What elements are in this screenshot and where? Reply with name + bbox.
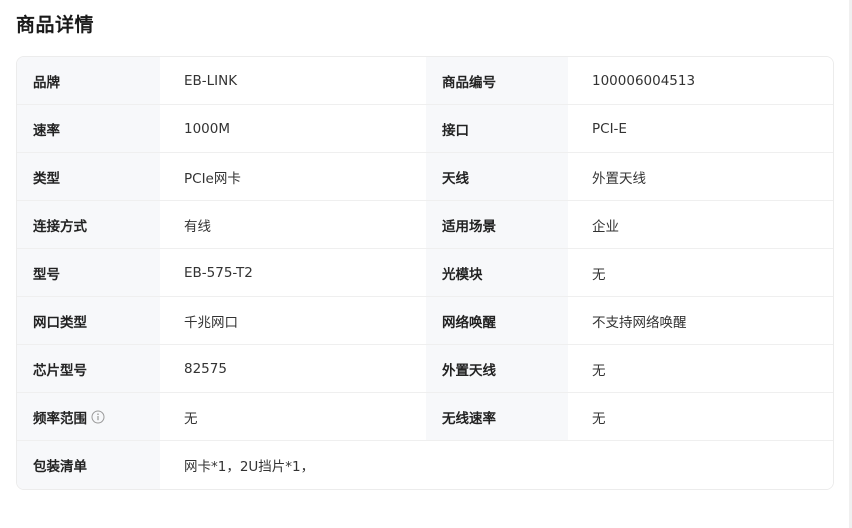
- table-row: 芯片型号 82575 外置天线 无: [17, 345, 833, 393]
- spec-label: 品牌: [17, 57, 160, 104]
- spec-value: 1000M: [160, 105, 426, 152]
- spec-value: EB-LINK: [160, 57, 426, 104]
- spec-value: 82575: [160, 345, 426, 392]
- spec-label: 无线速率: [426, 393, 568, 440]
- spec-value: 不支持网络唤醒: [568, 297, 833, 344]
- spec-label: 商品编号: [426, 57, 568, 104]
- spec-label: 适用场景: [426, 201, 568, 248]
- spec-value: 外置天线: [568, 153, 833, 200]
- spec-value: 无: [160, 393, 426, 440]
- spec-value: PCI-E: [568, 105, 833, 152]
- spec-label: 天线: [426, 153, 568, 200]
- spec-label: 包装清单: [17, 441, 160, 489]
- section-title: 商品详情: [16, 14, 95, 36]
- spec-label: 速率: [17, 105, 160, 152]
- table-row: 频率范围 无 无线速率 无: [17, 393, 833, 441]
- spec-table: 品牌 EB-LINK 商品编号 100006004513 速率 1000M 接口…: [16, 56, 834, 490]
- table-row-package: 包装清单 网卡*1，2U挡片*1，: [17, 441, 833, 489]
- spec-value: 无: [568, 345, 833, 392]
- spec-label: 频率范围: [33, 410, 87, 427]
- spec-value: 无: [568, 249, 833, 296]
- table-row: 网口类型 千兆网口 网络唤醒 不支持网络唤醒: [17, 297, 833, 345]
- spec-label: 网口类型: [17, 297, 160, 344]
- spec-value: 千兆网口: [160, 297, 426, 344]
- spec-label: 连接方式: [17, 201, 160, 248]
- product-details-page: 商品详情 品牌 EB-LINK 商品编号 100006004513 速率 100…: [0, 0, 852, 528]
- spec-value: 100006004513: [568, 57, 833, 104]
- spec-label: 外置天线: [426, 345, 568, 392]
- spec-value: 有线: [160, 201, 426, 248]
- spec-value: EB-575-T2: [160, 249, 426, 296]
- table-row: 型号 EB-575-T2 光模块 无: [17, 249, 833, 297]
- spec-value: PCIe网卡: [160, 153, 426, 200]
- table-row: 类型 PCIe网卡 天线 外置天线: [17, 153, 833, 201]
- spec-label-with-info: 频率范围: [17, 393, 160, 440]
- spec-label: 光模块: [426, 249, 568, 296]
- info-circle-icon[interactable]: [91, 410, 105, 424]
- spec-value: 企业: [568, 201, 833, 248]
- table-row: 速率 1000M 接口 PCI-E: [17, 105, 833, 153]
- spec-label: 接口: [426, 105, 568, 152]
- table-row: 品牌 EB-LINK 商品编号 100006004513: [17, 57, 833, 105]
- spec-value: 无: [568, 393, 833, 440]
- spec-value: 网卡*1，2U挡片*1，: [160, 441, 833, 489]
- spec-label: 网络唤醒: [426, 297, 568, 344]
- spec-label: 类型: [17, 153, 160, 200]
- spec-label: 型号: [17, 249, 160, 296]
- table-row: 连接方式 有线 适用场景 企业: [17, 201, 833, 249]
- spec-label: 芯片型号: [17, 345, 160, 392]
